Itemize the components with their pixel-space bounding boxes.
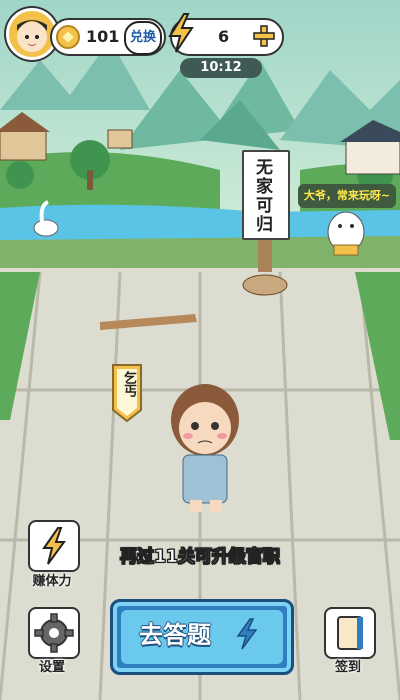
settings-label: 设置: [38, 660, 65, 675]
energy-count: 6: [218, 27, 230, 46]
exchange-button[interactable]: 兑换: [124, 21, 162, 55]
cat-speech-bubble: 大爷，常来玩呀~: [298, 184, 396, 208]
lightning-icon: [168, 13, 194, 53]
earn-stamina-label: 赚体力: [32, 574, 72, 589]
goose: [33, 219, 59, 237]
game-scene: 101 兑换 6 10:12 无家可归 大爷，常来玩呀~ 乞丐 赚体力 再过11…: [0, 0, 400, 700]
checkin-button[interactable]: [324, 607, 376, 659]
rank-title: 乞丐: [121, 371, 136, 397]
start-quiz-label: 去答题: [139, 621, 211, 649]
add-energy-button[interactable]: [252, 24, 276, 48]
notebook-icon: [337, 616, 363, 650]
start-quiz-button[interactable]: 去答题: [110, 599, 294, 675]
gear-icon: [34, 613, 74, 653]
signpost-board: 无家可归: [242, 150, 290, 240]
checkin-label: 签到: [334, 660, 361, 675]
coin-icon: [56, 25, 80, 49]
lightning-icon: [236, 618, 258, 650]
rank-tag: 乞丐: [112, 364, 142, 422]
avatar-face-icon: [17, 20, 47, 52]
settings-button[interactable]: [28, 607, 80, 659]
energy-timer: 10:12: [180, 58, 262, 78]
coin-count: 101: [86, 27, 120, 46]
background-art: [0, 0, 400, 700]
signpost-text: 无家可归: [252, 158, 272, 234]
upgrade-hint: 再过11关可升级官职: [120, 547, 280, 568]
